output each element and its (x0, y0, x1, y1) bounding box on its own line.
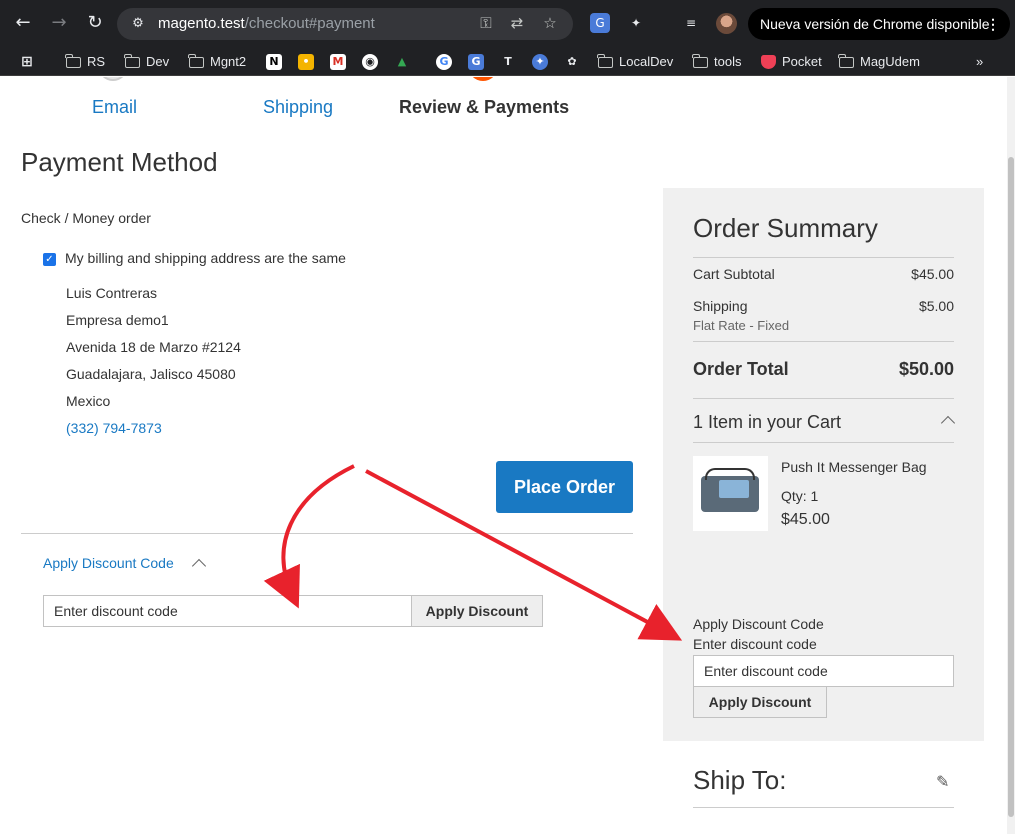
order-total-row: Order Total $50.00 (693, 359, 954, 380)
bookmark-folder-mgnt2[interactable]: Mgnt2 (188, 52, 246, 72)
address-company: Empresa demo1 (66, 312, 169, 328)
shipping-value: $5.00 (918, 298, 954, 314)
folder-icon (838, 53, 854, 68)
summary-divider (693, 442, 954, 443)
apply-discount-button[interactable]: Apply Discount (411, 595, 543, 627)
bookmark-folder-localdev[interactable]: LocalDev (597, 52, 673, 72)
payment-method-name[interactable]: Check / Money order (21, 210, 151, 226)
google-icon[interactable]: G (436, 54, 452, 70)
payment-method-title: Payment Method (21, 147, 218, 177)
translate-bookmark-icon[interactable]: G (468, 54, 484, 70)
cart-items-toggle[interactable]: 1 Item in your Cart (693, 412, 841, 433)
edit-pencil-icon[interactable]: ✎ (936, 772, 949, 791)
browser-toolbar: ← → ↻ ⚙ magento.test/checkout#payment ⚿ … (0, 0, 1015, 47)
profile-avatar[interactable] (716, 13, 737, 34)
chevron-up-icon[interactable] (191, 558, 207, 574)
summary-divider (693, 257, 954, 258)
discount-code-input[interactable] (43, 595, 412, 627)
folder-icon (188, 53, 204, 68)
shipping-method: Flat Rate - Fixed (693, 318, 790, 333)
address-bar[interactable]: ⚙ magento.test/checkout#payment (117, 8, 573, 40)
folder-icon (597, 53, 613, 68)
forward-icon[interactable]: → (48, 12, 70, 34)
cart-subtotal-label: Cart Subtotal (693, 266, 775, 282)
sparkle-icon[interactable]: ✦ (532, 54, 548, 70)
site-info-icon[interactable]: ⚙ (129, 15, 147, 33)
order-summary-title: Order Summary (693, 213, 878, 243)
same-address-checkbox[interactable]: ✓ (43, 253, 56, 266)
bookmark-folder-rs[interactable]: RS (65, 52, 105, 72)
discount-toggle[interactable]: Apply Discount Code (43, 555, 174, 571)
same-address-label[interactable]: My billing and shipping address are the … (65, 250, 346, 266)
url-text[interactable]: magento.test/checkout#payment (158, 15, 375, 32)
step-email-marker (98, 77, 128, 81)
place-order-button[interactable]: Place Order (496, 461, 633, 513)
bookmark-folder-magudem[interactable]: MagUdem (838, 52, 920, 72)
chrome-update-button[interactable]: Nueva versión de Chrome disponible ⋮ (748, 8, 1010, 40)
summary-divider (693, 341, 954, 342)
bookmark-folder-dev[interactable]: Dev (124, 52, 169, 72)
folder-icon (692, 53, 708, 68)
step-shipping[interactable]: Shipping (263, 97, 333, 118)
google-drive-icon[interactable]: ▲ (394, 54, 410, 70)
checkout-page: Email Shipping Review & Payments Payment… (0, 77, 1007, 834)
summary-divider (693, 398, 954, 399)
product-qty: Qty: 1 (781, 488, 819, 504)
address-country: Mexico (66, 393, 111, 409)
address-street: Avenida 18 de Marzo #2124 (66, 339, 241, 355)
summary-apply-discount-button[interactable]: Apply Discount (693, 686, 827, 718)
section-divider (21, 533, 633, 534)
folder-icon (65, 53, 81, 68)
password-key-icon[interactable]: ⚿ (476, 13, 496, 33)
summary-discount-input[interactable] (693, 655, 954, 687)
summary-discount-title: Apply Discount Code (693, 616, 824, 632)
bookmark-folder-tools[interactable]: tools (692, 52, 741, 72)
address-name: Luis Contreras (66, 285, 158, 301)
summary-discount-label: Enter discount code (693, 636, 817, 652)
more-menu-icon[interactable]: ⋮ (986, 8, 1000, 40)
product-price: $45.00 (781, 511, 830, 528)
chevron-up-icon[interactable] (940, 415, 956, 431)
page-scrollbar[interactable] (1007, 77, 1015, 834)
keep-icon[interactable]: • (298, 54, 314, 70)
folder-icon (124, 53, 140, 68)
cart-subtotal-value: $45.00 (911, 266, 954, 282)
pocket-icon (761, 55, 776, 69)
globe-icon[interactable]: ◉ (362, 54, 378, 70)
gmail-icon[interactable]: M (330, 54, 346, 70)
text-tool-icon[interactable]: T (500, 54, 516, 70)
notion-icon[interactable]: N (266, 54, 282, 70)
more-bookmarks-icon[interactable]: » (976, 52, 983, 72)
apps-grid-icon[interactable]: ⊞ (19, 54, 35, 70)
messenger-bag-image (701, 468, 759, 512)
chatgpt-icon[interactable]: ✿ (564, 54, 580, 70)
bookmarks-bar: ⊞ RS Dev Mgnt2 N • M ◉ ▲ G G T ✦ ✿ Local… (0, 47, 1015, 76)
bookmark-pocket[interactable]: Pocket (761, 52, 822, 72)
step-review-marker (468, 77, 498, 81)
scrollbar-thumb[interactable] (1008, 157, 1014, 817)
product-thumbnail[interactable] (693, 456, 768, 531)
order-total-value: $50.00 (898, 359, 954, 379)
google-translate-extension-icon[interactable]: G (590, 13, 610, 33)
step-email[interactable]: Email (92, 97, 137, 118)
translate-icon[interactable]: ⇄ (507, 13, 527, 33)
order-summary: Order Summary Cart Subtotal $45.00 Shipp… (663, 188, 984, 741)
reload-icon[interactable]: ↻ (84, 12, 106, 34)
step-review-payments: Review & Payments (399, 97, 570, 117)
cart-subtotal-row: Cart Subtotal $45.00 (693, 266, 954, 282)
ship-to-divider (693, 807, 954, 808)
product-name: Push It Messenger Bag (781, 459, 927, 475)
shipping-row: Shipping $5.00 (693, 298, 954, 314)
shipping-label: Shipping (693, 298, 748, 314)
bookmark-star-icon[interactable]: ☆ (540, 13, 560, 33)
extensions-puzzle-icon[interactable]: ✦ (626, 13, 646, 33)
annotation-arrow-left (263, 464, 355, 609)
address-phone-link[interactable]: (332) 794-7873 (66, 420, 162, 436)
order-total-label: Order Total (693, 359, 789, 379)
back-icon[interactable]: ← (12, 12, 34, 34)
address-city: Guadalajara, Jalisco 45080 (66, 366, 236, 382)
reading-list-icon[interactable]: ≡ (681, 13, 701, 33)
ship-to-title: Ship To: (693, 765, 787, 795)
